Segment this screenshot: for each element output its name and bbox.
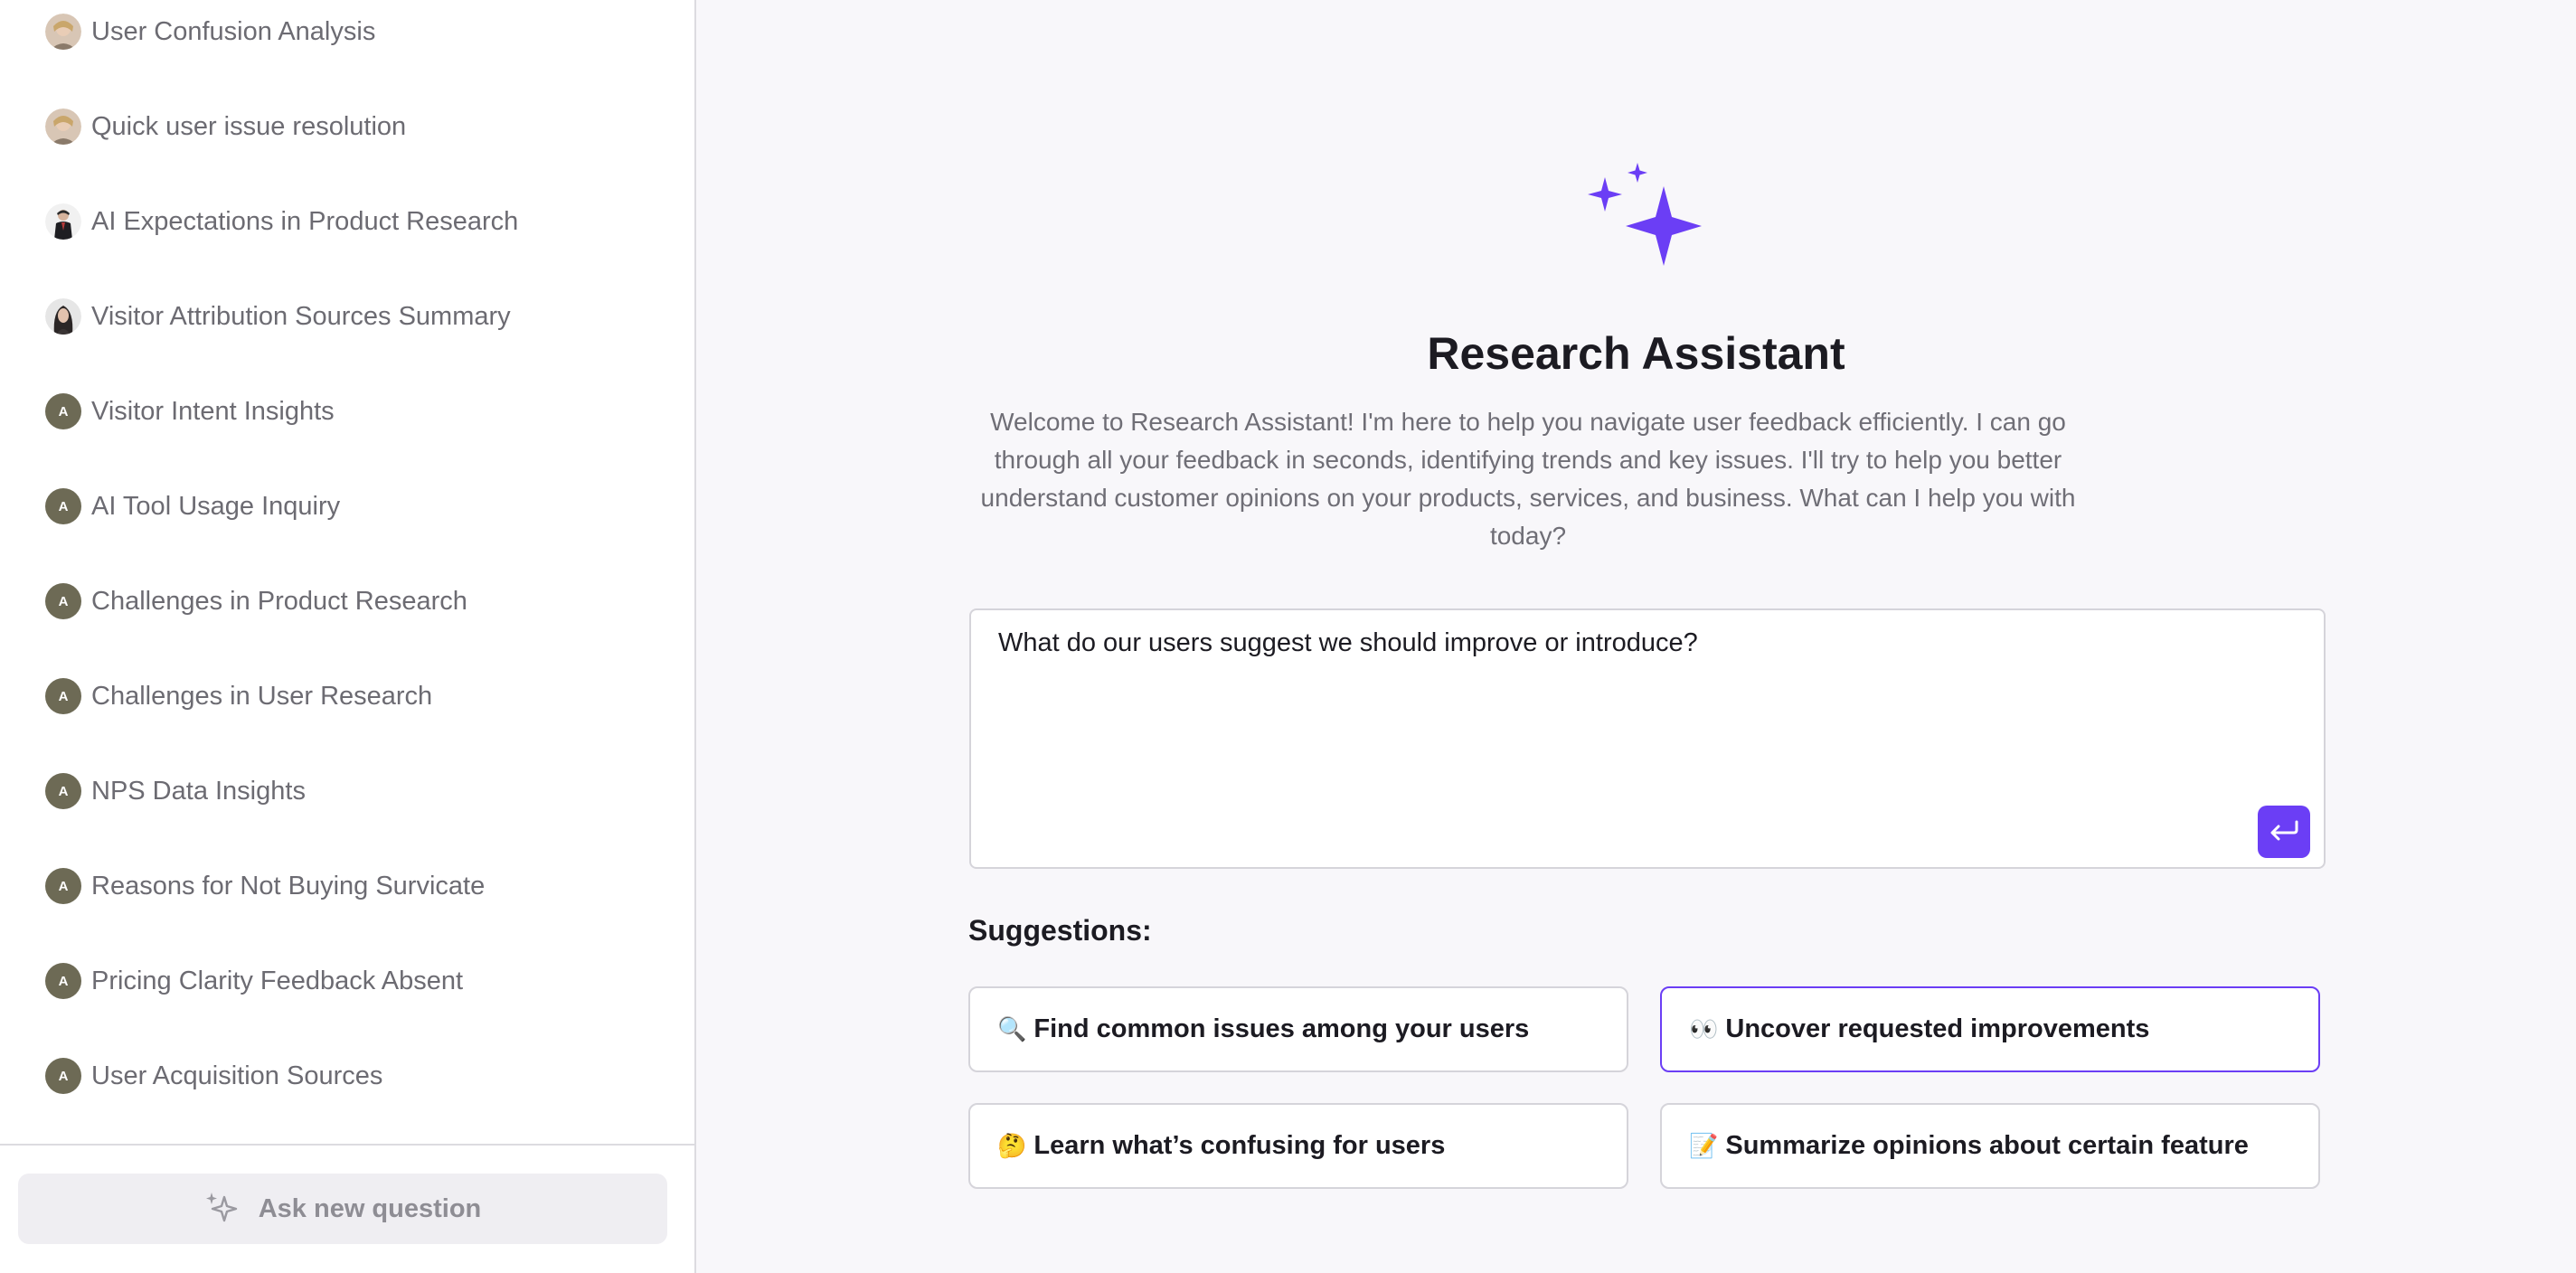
sidebar-item-user-confusion-analysis[interactable]: User Confusion Analysis: [45, 12, 375, 52]
send-button[interactable]: [2258, 806, 2310, 858]
sidebar-item-label: AI Expectations in Product Research: [91, 206, 519, 236]
memo-icon: 📝: [1689, 1132, 1719, 1159]
question-input[interactable]: What do our users suggest we should impr…: [969, 608, 2326, 869]
avatar: [45, 203, 81, 240]
suggestion-summarize-opinions[interactable]: 📝 Summarize opinions about certain featu…: [1660, 1103, 2320, 1189]
sidebar-item-label: Quick user issue resolution: [91, 111, 407, 141]
sidebar-item-reasons-not-buying[interactable]: A Reasons for Not Buying Survicate: [45, 866, 485, 906]
suggestion-learn-confusing[interactable]: 🤔 Learn what’s confusing for users: [968, 1103, 1628, 1189]
sidebar-item-label: User Confusion Analysis: [91, 16, 376, 46]
sidebar-item-ai-expectations[interactable]: AI Expectations in Product Research: [45, 202, 518, 241]
sidebar-item-label: Reasons for Not Buying Survicate: [91, 871, 486, 901]
sidebar-item-label: Visitor Attribution Sources Summary: [91, 301, 511, 331]
sparkles-icon: [204, 1190, 239, 1229]
avatar: A: [45, 868, 81, 904]
sidebar-item-visitor-attribution[interactable]: Visitor Attribution Sources Summary: [45, 297, 511, 336]
suggestion-label: Uncover requested improvements: [1725, 1014, 2150, 1043]
avatar: A: [45, 773, 81, 809]
avatar: A: [45, 583, 81, 619]
sidebar-item-label: NPS Data Insights: [91, 776, 306, 806]
enter-arrow-icon: [2269, 819, 2299, 845]
suggestion-label: Learn what’s confusing for users: [1033, 1131, 1446, 1160]
avatar: [45, 14, 81, 50]
sidebar-divider: [0, 1144, 694, 1146]
avatar: [45, 108, 81, 145]
sidebar-item-visitor-intent-insights[interactable]: A Visitor Intent Insights: [45, 391, 335, 431]
ask-new-question-button[interactable]: Ask new question: [18, 1174, 667, 1244]
sidebar-item-label: Challenges in Product Research: [91, 586, 467, 616]
avatar: A: [45, 678, 81, 714]
thinking-face-icon: 🤔: [997, 1132, 1027, 1159]
sidebar-item-pricing-clarity[interactable]: A Pricing Clarity Feedback Absent: [45, 961, 463, 1001]
magnifier-icon: 🔍: [997, 1015, 1027, 1042]
avatar: A: [45, 488, 81, 524]
sidebar-item-label: User Acquisition Sources: [91, 1061, 383, 1090]
sidebar-item-label: Visitor Intent Insights: [91, 396, 335, 426]
suggestion-find-common-issues[interactable]: 🔍 Find common issues among your users: [968, 986, 1628, 1072]
eyes-icon: 👀: [1689, 1015, 1719, 1042]
sidebar-item-label: Pricing Clarity Feedback Absent: [91, 966, 464, 995]
sidebar-item-challenges-product-research[interactable]: A Challenges in Product Research: [45, 581, 467, 621]
sidebar-item-label: AI Tool Usage Inquiry: [91, 491, 341, 521]
avatar: A: [45, 963, 81, 999]
sidebar-item-ai-tool-usage[interactable]: A AI Tool Usage Inquiry: [45, 486, 340, 526]
sidebar-item-nps-data-insights[interactable]: A NPS Data Insights: [45, 771, 306, 811]
sparkles-icon: [1582, 161, 1709, 278]
suggestion-label: Summarize opinions about certain feature: [1725, 1131, 2249, 1160]
avatar: A: [45, 393, 81, 429]
avatar: A: [45, 1058, 81, 1094]
suggestion-uncover-improvements[interactable]: 👀 Uncover requested improvements: [1660, 986, 2320, 1072]
sidebar-item-user-acquisition-sources[interactable]: A User Acquisition Sources: [45, 1056, 382, 1096]
suggestion-label: Find common issues among your users: [1033, 1014, 1530, 1043]
sidebar-item-quick-user-issue-resolution[interactable]: Quick user issue resolution: [45, 107, 406, 146]
welcome-text: Welcome to Research Assistant! I'm here …: [980, 408, 2076, 550]
ask-new-question-label: Ask new question: [258, 1193, 482, 1223]
sidebar: User Confusion Analysis Quick user issue…: [0, 0, 696, 1273]
question-input-value[interactable]: What do our users suggest we should impr…: [998, 628, 1698, 658]
avatar: [45, 298, 81, 335]
main-panel: Research Assistant Welcome to Research A…: [696, 0, 2576, 1273]
suggestions-title: Suggestions:: [968, 914, 1152, 947]
page-title: Research Assistant: [1427, 328, 1845, 379]
sidebar-item-label: Challenges in User Research: [91, 681, 433, 711]
sidebar-item-challenges-user-research[interactable]: A Challenges in User Research: [45, 676, 432, 716]
